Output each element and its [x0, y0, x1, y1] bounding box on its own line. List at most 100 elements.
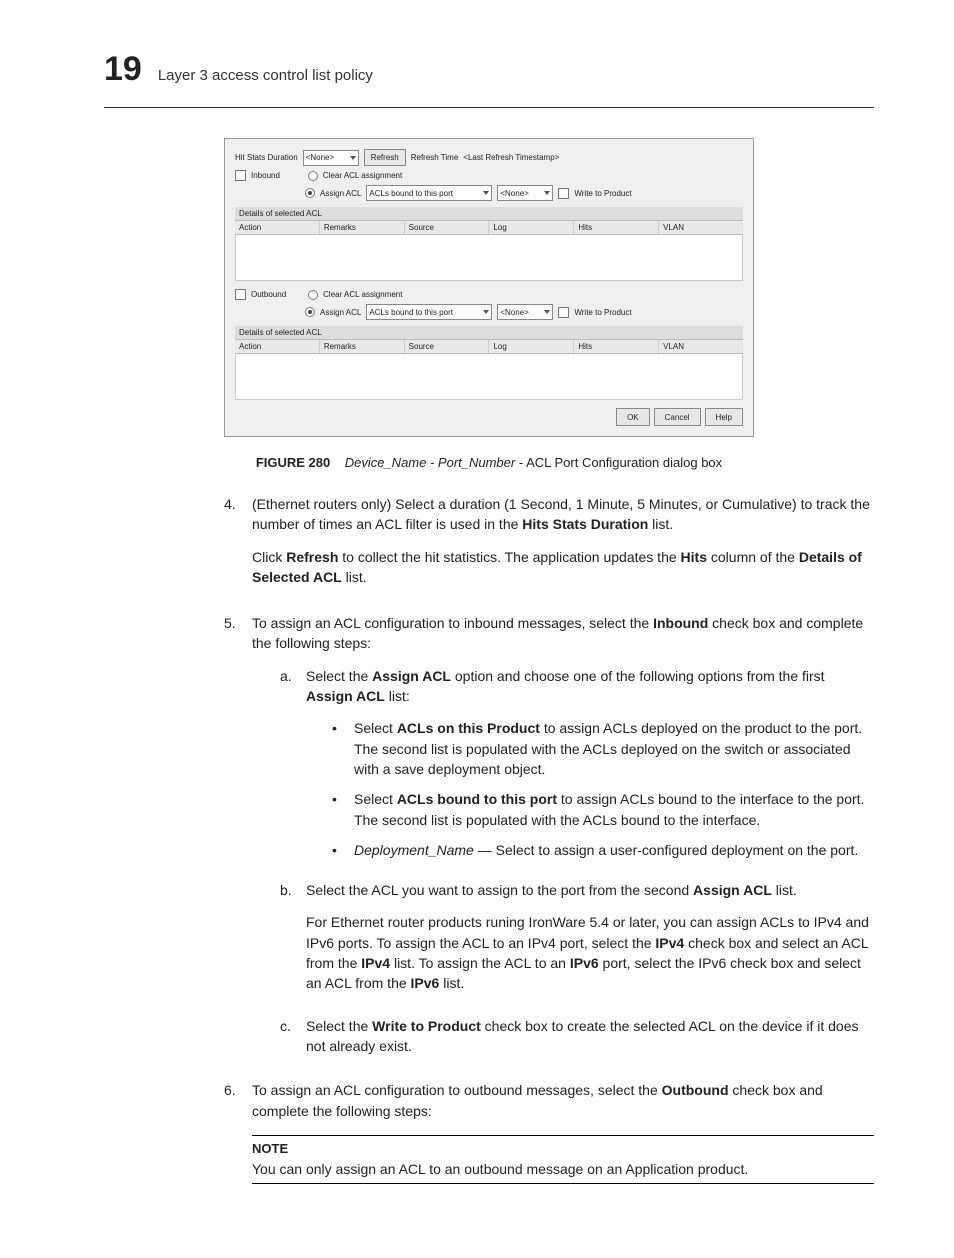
text: Select — [354, 791, 397, 807]
step-5a-text: Select the Assign ACL option and choose … — [306, 666, 874, 707]
inbound-assign-sel1-value: ACLs bound to this port — [369, 189, 453, 198]
text-bold: IPv6 — [411, 975, 440, 991]
col-vlan: VLAN — [659, 221, 743, 234]
col-remarks: Remarks — [320, 340, 405, 353]
outbound-write-label: Write to Product — [574, 308, 631, 317]
outbound-checkbox[interactable] — [235, 289, 246, 300]
outbound-assign-radio[interactable] — [305, 307, 315, 317]
acl-port-config-dialog: Hit Stats Duration <None> Refresh Refres… — [224, 138, 754, 437]
chapter-number: 19 — [104, 50, 142, 89]
step-4-p1: (Ethernet routers only) Select a duratio… — [252, 494, 874, 535]
bullet-1: Select ACLs on this Product to assign AC… — [332, 718, 874, 779]
chevron-down-icon — [544, 310, 550, 314]
step-4-p2: Click Refresh to collect the hit statist… — [252, 547, 874, 588]
step-4-num: 4. — [224, 494, 252, 599]
refresh-button[interactable]: Refresh — [364, 149, 406, 166]
text: Select — [354, 720, 397, 736]
text-bold: Assign ACL — [306, 688, 385, 704]
inbound-details-header: Details of selected ACL — [235, 207, 743, 220]
col-action: Action — [235, 340, 320, 353]
step-5b: b. Select the ACL you want to assign to … — [280, 880, 874, 1005]
text: list. — [439, 975, 464, 991]
header-rule — [104, 107, 874, 108]
step-4: 4. (Ethernet routers only) Select a dura… — [224, 494, 874, 599]
figure-italic: Device_Name - Port_Number — [345, 455, 516, 470]
text-bold: Outbound — [662, 1082, 729, 1098]
text: list. — [772, 882, 797, 898]
inbound-table-body — [235, 235, 743, 281]
inbound-clear-radio[interactable] — [308, 171, 318, 181]
outbound-clear-label: Clear ACL assignment — [323, 290, 402, 299]
inbound-assign-sel2-value: <None> — [500, 189, 528, 198]
text: Select the — [306, 668, 372, 684]
text: To assign an ACL configuration to inboun… — [252, 615, 653, 631]
text: Click — [252, 549, 286, 565]
step-5b-p2: For Ethernet router products runing Iron… — [306, 912, 874, 993]
ok-button[interactable]: OK — [616, 408, 650, 426]
text-bold: ACLs on this Product — [397, 720, 540, 736]
col-action: Action — [235, 221, 320, 234]
step-5a-label: a. — [280, 666, 306, 870]
running-head: 19 Layer 3 access control list policy — [104, 50, 874, 89]
hit-stats-select[interactable]: <None> — [303, 150, 359, 166]
refresh-time-value: <Last Refresh Timestamp> — [463, 153, 559, 162]
inbound-assign-radio[interactable] — [305, 188, 315, 198]
text-bold: Write to Product — [372, 1018, 481, 1034]
note-title: NOTE — [252, 1140, 874, 1159]
note-box: NOTE You can only assign an ACL to an ou… — [252, 1135, 874, 1184]
text-italic: Deployment_Name — [354, 842, 474, 858]
inbound-assign-select-1[interactable]: ACLs bound to this port — [366, 185, 492, 201]
outbound-write-checkbox[interactable] — [558, 307, 569, 318]
inbound-label: Inbound — [251, 171, 280, 180]
text: column of the — [707, 549, 799, 565]
note-body: You can only assign an ACL to an outboun… — [252, 1159, 874, 1179]
outbound-assign-select-1[interactable]: ACLs bound to this port — [366, 304, 492, 320]
col-source: Source — [405, 221, 490, 234]
step-5c-label: c. — [280, 1016, 306, 1057]
inbound-checkbox[interactable] — [235, 170, 246, 181]
outbound-clear-radio[interactable] — [308, 290, 318, 300]
step-5c-text: Select the Write to Product check box to… — [306, 1016, 874, 1057]
text-bold: Refresh — [286, 549, 338, 565]
refresh-time-label: Refresh Time — [411, 153, 459, 162]
cancel-button[interactable]: Cancel — [654, 408, 701, 426]
step-5c: c. Select the Write to Product check box… — [280, 1016, 874, 1057]
text: Select the — [306, 1018, 372, 1034]
bullet-2: Select ACLs bound to this port to assign… — [332, 789, 874, 830]
chevron-down-icon — [350, 156, 356, 160]
outbound-table-header: Action Remarks Source Log Hits VLAN — [235, 339, 743, 354]
col-hits: Hits — [574, 221, 659, 234]
text: list. — [342, 569, 367, 585]
text-bold: Hits Stats Duration — [522, 516, 648, 532]
hit-stats-value: <None> — [306, 153, 334, 162]
outbound-details-header: Details of selected ACL — [235, 326, 743, 339]
outbound-table-body — [235, 354, 743, 400]
outbound-label: Outbound — [251, 290, 286, 299]
col-source: Source — [405, 340, 490, 353]
step-6: 6. To assign an ACL configuration to out… — [224, 1080, 874, 1184]
text-bold: Inbound — [653, 615, 708, 631]
text-bold: IPv4 — [361, 955, 390, 971]
help-button[interactable]: Help — [705, 408, 743, 426]
text: — Select to assign a user-configured dep… — [474, 842, 858, 858]
step-5b-label: b. — [280, 880, 306, 1005]
outbound-assign-select-2[interactable]: <None> — [497, 304, 553, 320]
figure-lead: FIGURE 280 — [256, 455, 330, 470]
col-vlan: VLAN — [659, 340, 743, 353]
step-5-intro: To assign an ACL configuration to inboun… — [252, 613, 874, 654]
chapter-title: Layer 3 access control list policy — [158, 67, 373, 84]
text: To assign an ACL configuration to outbou… — [252, 1082, 662, 1098]
step-6-text: To assign an ACL configuration to outbou… — [252, 1080, 874, 1121]
col-hits: Hits — [574, 340, 659, 353]
bullet-3: Deployment_Name — Select to assign a use… — [332, 840, 874, 860]
inbound-assign-select-2[interactable]: <None> — [497, 185, 553, 201]
chevron-down-icon — [483, 310, 489, 314]
step-5a: a. Select the Assign ACL option and choo… — [280, 666, 874, 870]
step-6-num: 6. — [224, 1080, 252, 1184]
text: list. — [648, 516, 673, 532]
text-bold: IPv4 — [655, 935, 684, 951]
step-5b-p1: Select the ACL you want to assign to the… — [306, 880, 874, 900]
inbound-write-checkbox[interactable] — [558, 188, 569, 199]
step-5-num: 5. — [224, 613, 252, 1066]
outbound-assign-label: Assign ACL — [320, 308, 361, 317]
